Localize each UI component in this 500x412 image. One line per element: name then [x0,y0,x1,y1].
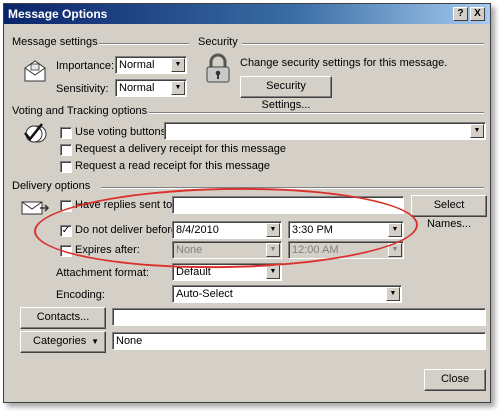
close-button[interactable]: Close [424,369,486,391]
contacts-button[interactable]: Contacts... [20,307,106,329]
chevron-down-icon: ▼ [388,243,402,257]
categories-button[interactable]: Categories ▼ [20,331,106,353]
delivery-icon [20,198,50,218]
have-replies-input[interactable] [172,196,404,214]
voting-icon [22,122,50,144]
delivery-receipt-checkbox[interactable] [60,144,72,156]
read-receipt-checkbox[interactable] [60,161,72,173]
chevron-down-icon: ▼ [266,265,280,279]
delivery-options-title: Delivery options [12,180,91,192]
expires-label: Expires after: [75,244,140,256]
attachment-format-label: Attachment format: [56,267,149,279]
delivery-options-divider [101,187,484,189]
chevron-down-icon: ▼ [470,124,484,138]
encoding-value: Auto-Select [176,288,233,300]
expires-time-select[interactable]: 12:00 AM ▼ [288,241,404,259]
expires-time-value: 12:00 AM [292,244,339,256]
have-replies-label: Have replies sent to: [75,199,176,211]
chevron-down-icon: ▼ [171,58,185,72]
deliver-time-value: 3:30 PM [292,224,333,236]
importance-value: Normal [119,59,155,71]
message-settings-divider [99,43,189,45]
window-title: Message Options [8,7,108,21]
deliver-date-value: 8/4/2010 [176,224,219,236]
have-replies-checkbox[interactable] [60,200,72,212]
use-voting-checkbox[interactable] [60,127,72,139]
chevron-down-icon: ▼ [91,337,99,346]
padlock-icon [203,53,233,85]
encoding-select[interactable]: Auto-Select ▼ [172,285,402,303]
title-bar: Message Options ? X [4,4,490,24]
read-receipt-label: Request a read receipt for this message [75,160,271,172]
do-not-deliver-checkbox[interactable]: ✓ [60,225,72,237]
do-not-deliver-label: Do not deliver before: [75,224,181,236]
deliver-date-select[interactable]: 8/4/2010 ▼ [172,221,282,239]
encoding-label: Encoding: [56,289,105,301]
close-window-button[interactable]: X [470,7,485,21]
select-names-button[interactable]: Select Names... [411,195,487,230]
importance-label: Importance: [56,60,115,72]
security-divider [242,43,484,45]
chevron-down-icon: ▼ [386,287,400,301]
contacts-input[interactable] [112,308,486,326]
use-voting-label: Use voting buttons: [75,126,170,138]
envelope-icon [22,58,48,84]
help-button[interactable]: ? [453,7,468,21]
categories-button-label: Categories [33,335,87,347]
security-description: Change security settings for this messag… [240,57,448,69]
chevron-down-icon: ▼ [388,223,402,237]
expires-date-value: None [176,244,203,256]
chevron-down-icon: ▼ [171,81,185,95]
chevron-down-icon: ▼ [266,243,280,257]
importance-select[interactable]: Normal ▼ [115,56,187,74]
voting-tracking-divider [149,112,484,114]
delivery-receipt-label: Request a delivery receipt for this mess… [75,143,286,155]
security-settings-button[interactable]: Security Settings... [240,76,332,111]
voting-tracking-title: Voting and Tracking options [12,105,148,117]
expires-date-select[interactable]: None ▼ [172,241,282,259]
chevron-down-icon: ▼ [266,223,280,237]
sensitivity-label: Sensitivity: [56,83,109,95]
message-settings-title: Message settings [12,36,98,48]
voting-buttons-select[interactable]: ▼ [164,122,486,140]
sensitivity-select[interactable]: Normal ▼ [115,79,187,97]
attachment-format-value: Default [176,266,211,278]
attachment-format-select[interactable]: Default ▼ [172,263,282,281]
security-title: Security [198,36,238,48]
message-options-dialog: Message Options ? X Message settings Imp… [3,3,491,403]
sensitivity-value: Normal [119,82,155,94]
expires-checkbox[interactable] [60,245,72,257]
categories-input[interactable]: None [112,332,486,350]
deliver-time-select[interactable]: 3:30 PM ▼ [288,221,404,239]
